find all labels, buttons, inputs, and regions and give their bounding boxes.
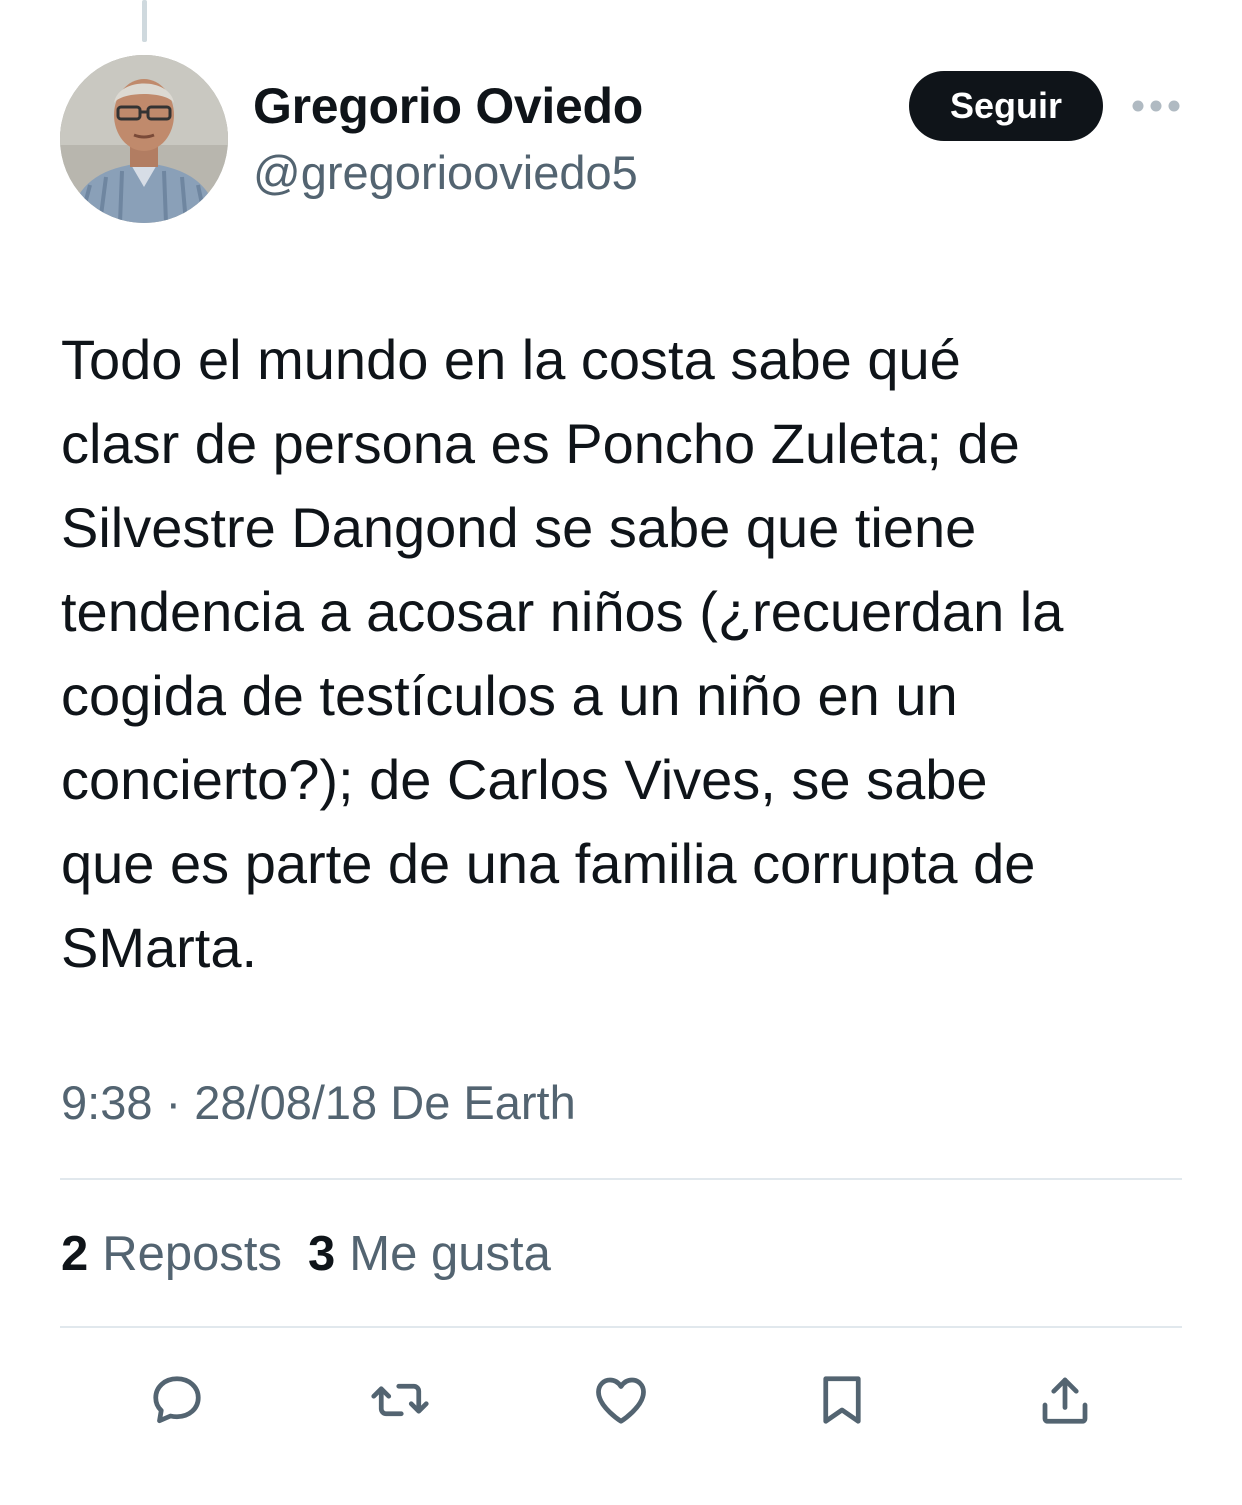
reply-button[interactable] bbox=[145, 1368, 209, 1432]
tweet-text-line: SMarta. bbox=[61, 916, 258, 979]
engagement-stats: 2 Reposts 3 Me gusta bbox=[61, 1224, 577, 1284]
author-handle[interactable]: @gregoriooviedo5 bbox=[253, 144, 638, 202]
repost-icon bbox=[371, 1383, 429, 1417]
like-button[interactable] bbox=[589, 1368, 653, 1432]
likes-stat[interactable]: 3 Me gusta bbox=[308, 1224, 551, 1284]
reply-icon bbox=[153, 1376, 201, 1424]
avatar[interactable] bbox=[60, 55, 228, 223]
divider bbox=[60, 1178, 1182, 1180]
tweet-text-line: clasr de persona es Poncho Zuleta; de bbox=[61, 412, 1020, 475]
action-bar bbox=[0, 1368, 1242, 1432]
share-button[interactable] bbox=[1033, 1368, 1097, 1432]
tweet-text: Todo el mundo en la costa sabe qué clasr… bbox=[61, 318, 1201, 990]
more-dots-icon bbox=[1132, 100, 1180, 112]
bookmark-button[interactable] bbox=[810, 1368, 874, 1432]
reposts-label: Reposts bbox=[102, 1227, 283, 1281]
share-icon bbox=[1042, 1377, 1088, 1424]
repost-button[interactable] bbox=[368, 1368, 432, 1432]
more-options-button[interactable] bbox=[1128, 88, 1184, 124]
tweet-text-line: Todo el mundo en la costa sabe qué bbox=[61, 328, 961, 391]
reposts-count: 2 bbox=[61, 1227, 89, 1281]
divider bbox=[60, 1326, 1182, 1328]
heart-icon bbox=[596, 1377, 646, 1424]
tweet-text-line: cogida de testículos a un niño en un bbox=[61, 664, 958, 727]
avatar-photo bbox=[60, 55, 228, 223]
reposts-stat[interactable]: 2 Reposts bbox=[61, 1224, 282, 1284]
tweet-text-line: Silvestre Dangond se sabe que tiene bbox=[61, 496, 977, 559]
tweet-timestamp[interactable]: 9:38 · 28/08/18 De Earth bbox=[61, 1073, 576, 1133]
tweet-text-line: que es parte de una familia corrupta de bbox=[61, 832, 1036, 895]
bookmark-icon bbox=[823, 1376, 861, 1424]
likes-label: Me gusta bbox=[349, 1227, 551, 1281]
tweet-text-line: tendencia a acosar niños (¿recuerdan la bbox=[61, 580, 1064, 643]
follow-button[interactable]: Seguir bbox=[909, 71, 1103, 141]
likes-count: 3 bbox=[308, 1227, 336, 1281]
author-display-name[interactable]: Gregorio Oviedo bbox=[253, 76, 643, 136]
tweet-text-line: concierto?); de Carlos Vives, se sabe bbox=[61, 748, 988, 811]
thread-connector-line bbox=[142, 0, 147, 42]
